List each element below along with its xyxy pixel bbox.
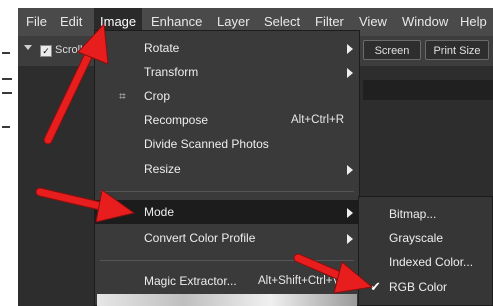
scroll-all-checkbox[interactable]: ✓: [40, 45, 52, 57]
menu-item-shortcut: Alt+Ctrl+R: [291, 114, 345, 126]
menu-item-rotate[interactable]: Rotate: [95, 36, 359, 60]
menu-item-divide-scanned-photos[interactable]: Divide Scanned Photos: [95, 132, 359, 156]
submenu-item-indexed-color[interactable]: Indexed Color...: [359, 250, 492, 274]
menu-item-label: Rotate: [144, 41, 180, 55]
menu-item-label: Magic Extractor...: [144, 274, 237, 288]
scroll-all-label: Scroll: [55, 44, 83, 56]
submenu-arrow-icon: [347, 44, 353, 54]
menu-separator: [100, 191, 354, 192]
editor-window: File Edit Image Enhance Layer Select Fil…: [0, 0, 493, 306]
gutter-mark: [2, 126, 10, 128]
tool-preset-dropdown-icon[interactable]: [24, 45, 32, 50]
menu-item-recompose[interactable]: Recompose Alt+Ctrl+R: [95, 108, 359, 132]
menu-item-label: Resize: [144, 162, 181, 176]
print-size-button[interactable]: Print Size: [425, 40, 489, 60]
menu-item-crop[interactable]: ⌗ Crop: [95, 84, 359, 108]
submenu-arrow-icon: [347, 68, 353, 78]
submenu-item-rgb-color[interactable]: ✔ RGB Color: [359, 275, 492, 299]
submenu-item-label: Bitmap...: [389, 207, 437, 221]
submenu-item-label: Grayscale: [389, 231, 444, 245]
submenu-arrow-icon: [347, 234, 353, 244]
submenu-item-bitmap[interactable]: Bitmap...: [359, 202, 492, 226]
menu-item-label: Convert Color Profile: [144, 231, 256, 245]
menu-item-transform[interactable]: Transform: [95, 60, 359, 84]
submenu-item-label: Indexed Color...: [389, 255, 474, 269]
menu-item-label: Transform: [144, 65, 199, 79]
crop-icon: ⌗: [119, 89, 126, 103]
submenu-item-label: RGB Color: [389, 280, 448, 294]
photo-preview-strip: [97, 294, 357, 306]
panel-bin-header: [363, 80, 493, 100]
gutter-mark: [2, 52, 10, 54]
checkmark-icon: ✔: [370, 279, 381, 294]
menu-item-label: Crop: [144, 89, 171, 103]
gutter-mark: [2, 78, 12, 80]
menu-item-mode[interactable]: Mode: [95, 200, 359, 224]
mode-submenu: Bitmap... Grayscale Indexed Color... ✔ R…: [358, 196, 493, 306]
menu-help[interactable]: Help: [454, 8, 493, 36]
menu-item-convert-color-profile[interactable]: Convert Color Profile: [95, 226, 359, 250]
submenu-arrow-icon: [347, 165, 353, 175]
menu-item-resize[interactable]: Resize: [95, 157, 359, 181]
fit-screen-button[interactable]: Screen: [363, 40, 421, 60]
submenu-arrow-icon: [347, 208, 353, 218]
menu-item-shortcut: Alt+Shift+Ctrl+V: [258, 275, 341, 287]
menu-item-label: Recompose: [144, 113, 209, 127]
image-menu-dropdown: Rotate Transform ⌗ Crop Recompose Alt+Ct…: [94, 30, 360, 306]
menu-separator: [100, 260, 354, 261]
gutter-mark: [2, 92, 12, 94]
menu-file[interactable]: File: [20, 8, 53, 36]
menu-edit[interactable]: Edit: [54, 8, 88, 36]
menu-item-label: Mode: [144, 205, 175, 219]
submenu-item-grayscale[interactable]: Grayscale: [359, 226, 492, 250]
menu-item-magic-extractor[interactable]: Magic Extractor... Alt+Shift+Ctrl+V: [95, 269, 359, 293]
menu-item-label: Divide Scanned Photos: [144, 137, 269, 151]
menu-window[interactable]: Window: [396, 8, 454, 36]
